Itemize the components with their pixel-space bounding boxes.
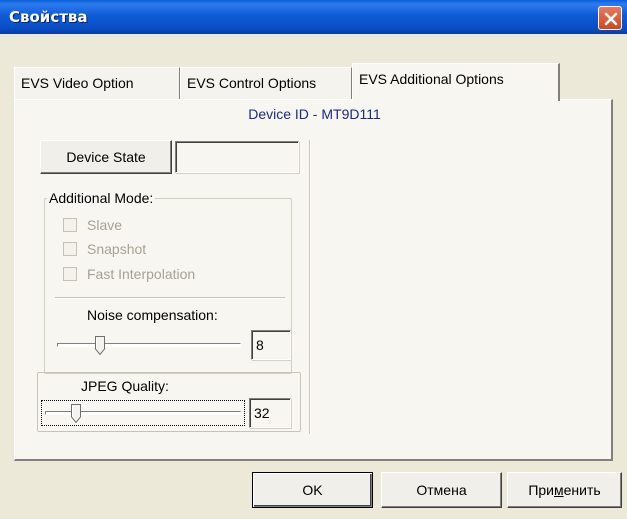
checkbox-box <box>63 218 77 232</box>
apply-button[interactable]: Применить <box>507 472 622 508</box>
device-state-field <box>175 141 299 173</box>
ok-button[interactable]: OK <box>252 472 373 508</box>
separator <box>55 297 285 299</box>
snapshot-label: Snapshot <box>87 241 147 257</box>
tab-panel: Device ID - MT9D111 Device State Additio… <box>14 99 613 461</box>
apply-label-mnemonic: м <box>554 482 564 498</box>
close-button[interactable] <box>598 6 622 30</box>
close-icon <box>604 12 618 26</box>
jpeg-quality-value: 32 <box>249 398 291 428</box>
slider-thumb[interactable] <box>71 404 81 423</box>
tab-evs-video-option[interactable]: EVS Video Option <box>14 67 180 99</box>
additional-mode-label: Additional Mode: <box>47 190 156 206</box>
slider-thumb[interactable] <box>95 336 105 355</box>
device-state-button[interactable]: Device State <box>40 140 172 174</box>
tab-evs-control-options[interactable]: EVS Control Options <box>180 67 352 99</box>
device-id-label: Device ID - MT9D111 <box>248 106 381 122</box>
checkbox-box <box>63 242 77 256</box>
apply-label-suffix: енить <box>563 482 601 498</box>
vertical-divider <box>309 140 311 434</box>
cancel-button[interactable]: Отмена <box>381 472 502 508</box>
noise-compensation-value: 8 <box>251 330 291 360</box>
title-bar: Свойства <box>0 0 627 34</box>
apply-label-prefix: При <box>528 482 554 498</box>
jpeg-quality-value-text: 32 <box>254 405 270 421</box>
noise-compensation-value-text: 8 <box>256 337 264 353</box>
tab-evs-additional-options[interactable]: EVS Additional Options <box>352 63 560 101</box>
slave-label: Slave <box>87 217 123 233</box>
jpeg-quality-label: JPEG Quality: <box>81 378 169 394</box>
noise-compensation-label: Noise compensation: <box>87 307 218 323</box>
noise-compensation-slider[interactable] <box>57 334 241 356</box>
fast-interpolation-label: Fast Interpolation <box>87 266 196 282</box>
checkbox-box <box>63 267 77 281</box>
window-title: Свойства <box>9 8 88 26</box>
jpeg-quality-slider[interactable] <box>45 402 241 424</box>
slider-track <box>57 343 241 347</box>
